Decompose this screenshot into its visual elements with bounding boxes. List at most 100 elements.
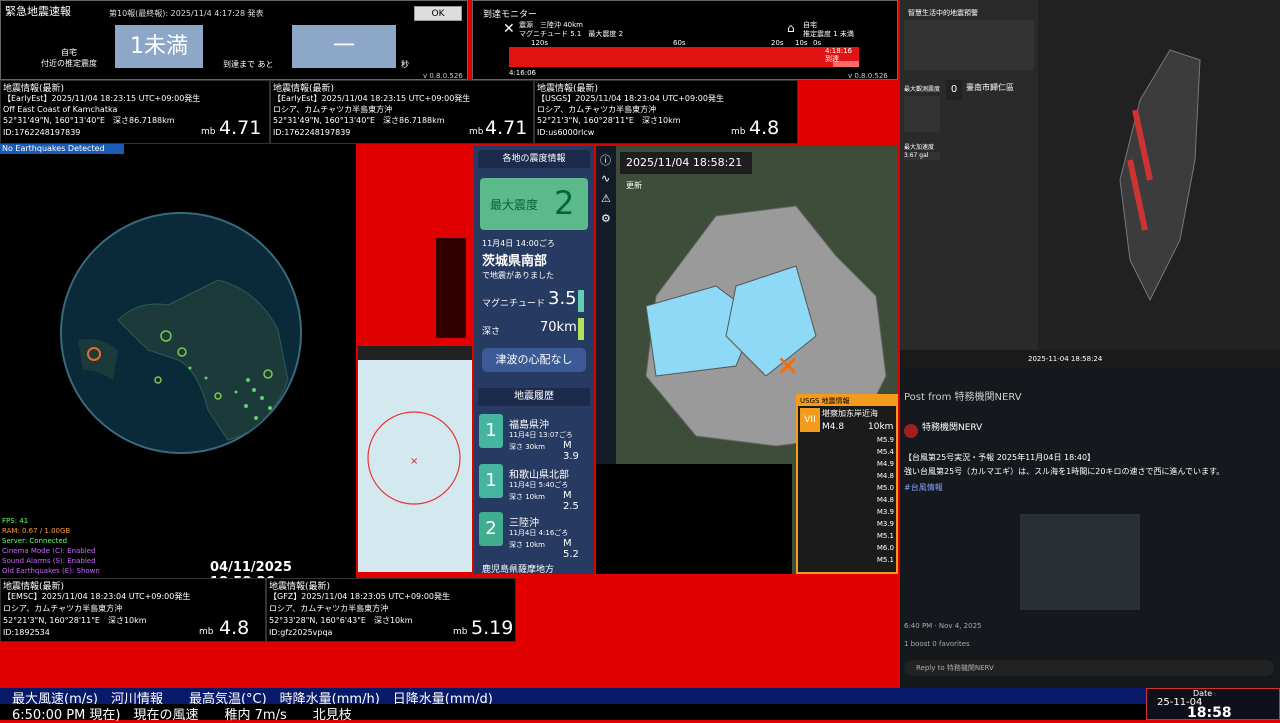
tick-label: 60s: [673, 39, 686, 47]
history-time: 11月4日 5:40ごろ: [509, 481, 569, 489]
post-text-2: 強い台風第25号（カルマエギ）は、スル海を1時間に20キロの速さで西に進んでいま…: [904, 467, 1225, 476]
avatar[interactable]: [904, 424, 918, 438]
usgs-list-row: M5.0: [802, 484, 896, 494]
ticker-top: 最大風速(m/s) 河川情報 最高気温(°C) 時降水量(mm/h) 日降水量(…: [0, 688, 1280, 707]
home-label: 自宅 付近の推定震度: [41, 48, 97, 68]
tsunami-status: 津波の心配なし: [482, 348, 586, 372]
author-name[interactable]: 特務機関NERV: [922, 420, 982, 433]
usgs-list-mag: M4.8: [876, 472, 894, 480]
waveform-icon[interactable]: ∿: [601, 172, 610, 185]
info-line: ロシア、カムチャツカ半島東方沖: [537, 105, 657, 114]
info-line: 【EarlyEst】2025/11/04 18:23:15 UTC+09:00発…: [273, 94, 471, 103]
info-id: ID:1892534: [3, 628, 50, 637]
magnitude-value: 3.5: [548, 288, 577, 309]
quake-info-box: 地震情報(最新) 【USGS】2025/11/04 18:23:04 UTC+0…: [534, 80, 798, 144]
quake-place: 茨城県南部: [482, 254, 548, 269]
quake-happened: で地震がありました: [482, 271, 554, 280]
quake-info-box: 地震情報(最新) 【GFZ】2025/11/04 18:23:05 UTC+09…: [266, 578, 516, 642]
quake-info-box: 地震情報(最新) 【EarlyEst】2025/11/04 18:23:15 U…: [270, 80, 534, 144]
taiwan-map[interactable]: [1100, 40, 1220, 310]
max-observed-value: 0: [946, 80, 962, 100]
start-time: 4:16:06: [509, 69, 536, 77]
countdown-value: 一: [292, 25, 396, 68]
tick-label: 20s: [771, 39, 784, 47]
version-label: v 0.8.0.526: [423, 72, 463, 80]
info-icon[interactable]: ⓘ: [600, 152, 611, 168]
usgs-list-mag: M5.1: [876, 532, 894, 540]
mb-label: mb: [199, 627, 214, 637]
typhoon-image[interactable]: [1020, 514, 1140, 610]
usgs-list-row: M3.9: [802, 520, 896, 530]
depth-label: 深さ: [482, 327, 501, 337]
info-line: 【GFZ】2025/11/04 18:23:05 UTC+09:00発生: [269, 592, 451, 601]
intensity-header: 各地の震度情報: [478, 150, 590, 168]
usgs-list-mag: M3.9: [876, 520, 894, 528]
epicenter-icon: ✕: [503, 21, 515, 37]
accel-label: 最大加速度: [904, 144, 935, 151]
cystore-map[interactable]: ×: [358, 346, 472, 572]
history-depth: 深さ 30km: [509, 443, 546, 451]
logo-fragment: [436, 238, 466, 338]
history-time: 11月4日 4:16ごろ: [509, 529, 569, 537]
info-id: ID:1762248197839: [273, 128, 351, 137]
reply-input[interactable]: Reply to 特務機関NERV: [904, 660, 1274, 676]
warning-icon[interactable]: ⚠: [601, 192, 611, 205]
max-observed-label: 最大觀測震度: [904, 86, 941, 93]
cystore-header: [358, 346, 472, 360]
quake-time: 11月4日 14:00ごろ: [482, 239, 555, 248]
magnitude-label: マグニチュード: [482, 299, 546, 309]
history-time: 11月4日 13:07ごろ: [509, 431, 573, 439]
usgs-list-row: M4.8: [802, 472, 896, 482]
usgs-list-mag: M6.0: [876, 544, 894, 552]
usgs-list-row: M5.1: [802, 556, 896, 566]
accel-value: 3.67 gal: [904, 152, 940, 160]
taiwan-card: [904, 20, 1034, 70]
shindo-value: 1未満: [115, 25, 203, 68]
tick-label: 120s: [531, 39, 549, 47]
info-line: 52°21'3"N, 160°28'11"E 深さ10km: [537, 116, 681, 125]
svg-text:✕: ✕: [776, 350, 799, 383]
info-line: ロシア、カムチャツカ半島東方沖: [3, 604, 123, 613]
usgs-list-row: M5.9: [802, 436, 896, 446]
quake-info-box: 地震情報(最新) 【EarlyEst】2025/11/04 18:23:15 U…: [0, 80, 270, 144]
info-id: ID:1762248197839: [3, 128, 81, 137]
intensity-map[interactable]: ⓘ ∿ ⚠ ⚙ 2025/11/04 18:58:21 更新 ✕ USGS 地震…: [596, 146, 898, 574]
center-banner: ×: [356, 146, 474, 578]
history-item[interactable]: 1 福島県沖 11月4日 13:07ごろ 深さ 30km M 3.9: [479, 414, 589, 462]
no-earthquake-banner: No Earthquakes Detected: [0, 144, 124, 154]
gear-icon[interactable]: ⚙: [601, 212, 611, 225]
usgs-place: 堪察加东岸近海: [822, 409, 878, 418]
max-intensity-box: 最大震度 2: [480, 178, 588, 230]
usgs-list-mag: M3.9: [876, 508, 894, 516]
usgs-panel: USGS 地震情報 VII 堪察加东岸近海 M4.8 10km M5.9 M5.4…: [796, 394, 898, 574]
usgs-list-mag: M5.0: [876, 484, 894, 492]
history-item[interactable]: 1 和歌山県北部 11月4日 5:40ごろ 深さ 10km M 2.5: [479, 464, 589, 512]
history-place: 三陸沖: [509, 518, 539, 529]
quake-info-box: 地震情報(最新) 【EMSC】2025/11/04 18:23:04 UTC+0…: [0, 578, 266, 642]
arrival-time: 4:18:16 到達: [825, 47, 852, 63]
post-tag[interactable]: #台風情報: [904, 482, 943, 493]
sec-label: 秒: [401, 60, 409, 69]
usgs-list-row: M3.9: [802, 508, 896, 518]
eew-report: 第10報(最終報): 2025/11/4 4:17:28 発表: [109, 9, 264, 18]
history-intensity: 1: [479, 464, 503, 498]
globe-map[interactable]: [58, 210, 304, 456]
taiwan-eew-panel: 智慧生活中的地震預警 最大觀測震度 0 臺南市歸仁區 最大加速度 3.67 ga…: [900, 0, 1280, 368]
old-eq-label: Old Earthquakes (E): Shown: [2, 567, 100, 575]
ram-label: RAM: 0.67 / 1.00GB: [2, 527, 71, 535]
max-value: 2: [554, 184, 575, 222]
usgs-list-mag: M5.1: [876, 556, 894, 564]
history-mag: M 2.5: [563, 490, 579, 512]
tick-label: 0s: [813, 39, 822, 47]
history-item[interactable]: 2 三陸沖 11月4日 4:16ごろ 深さ 10km M 5.2: [479, 512, 589, 560]
quake-summary: 震源 三陸沖 40km マグニチュード 5.1 最大震度 2: [519, 21, 624, 38]
usgs-list-mag: M4.9: [876, 460, 894, 468]
station-box: [904, 96, 940, 132]
ok-button[interactable]: OK: [414, 6, 462, 21]
post-from[interactable]: Post from 特務機関NERV: [904, 388, 1022, 403]
alaska-circle: ×: [367, 411, 461, 505]
usgs-list-row: M6.0: [802, 544, 896, 554]
history-place: 和歌山県北部: [509, 470, 569, 481]
info-line: 【EarlyEst】2025/11/04 18:23:15 UTC+09:00発…: [3, 94, 201, 103]
info-id: ID:gfz2025vpqa: [269, 628, 333, 637]
